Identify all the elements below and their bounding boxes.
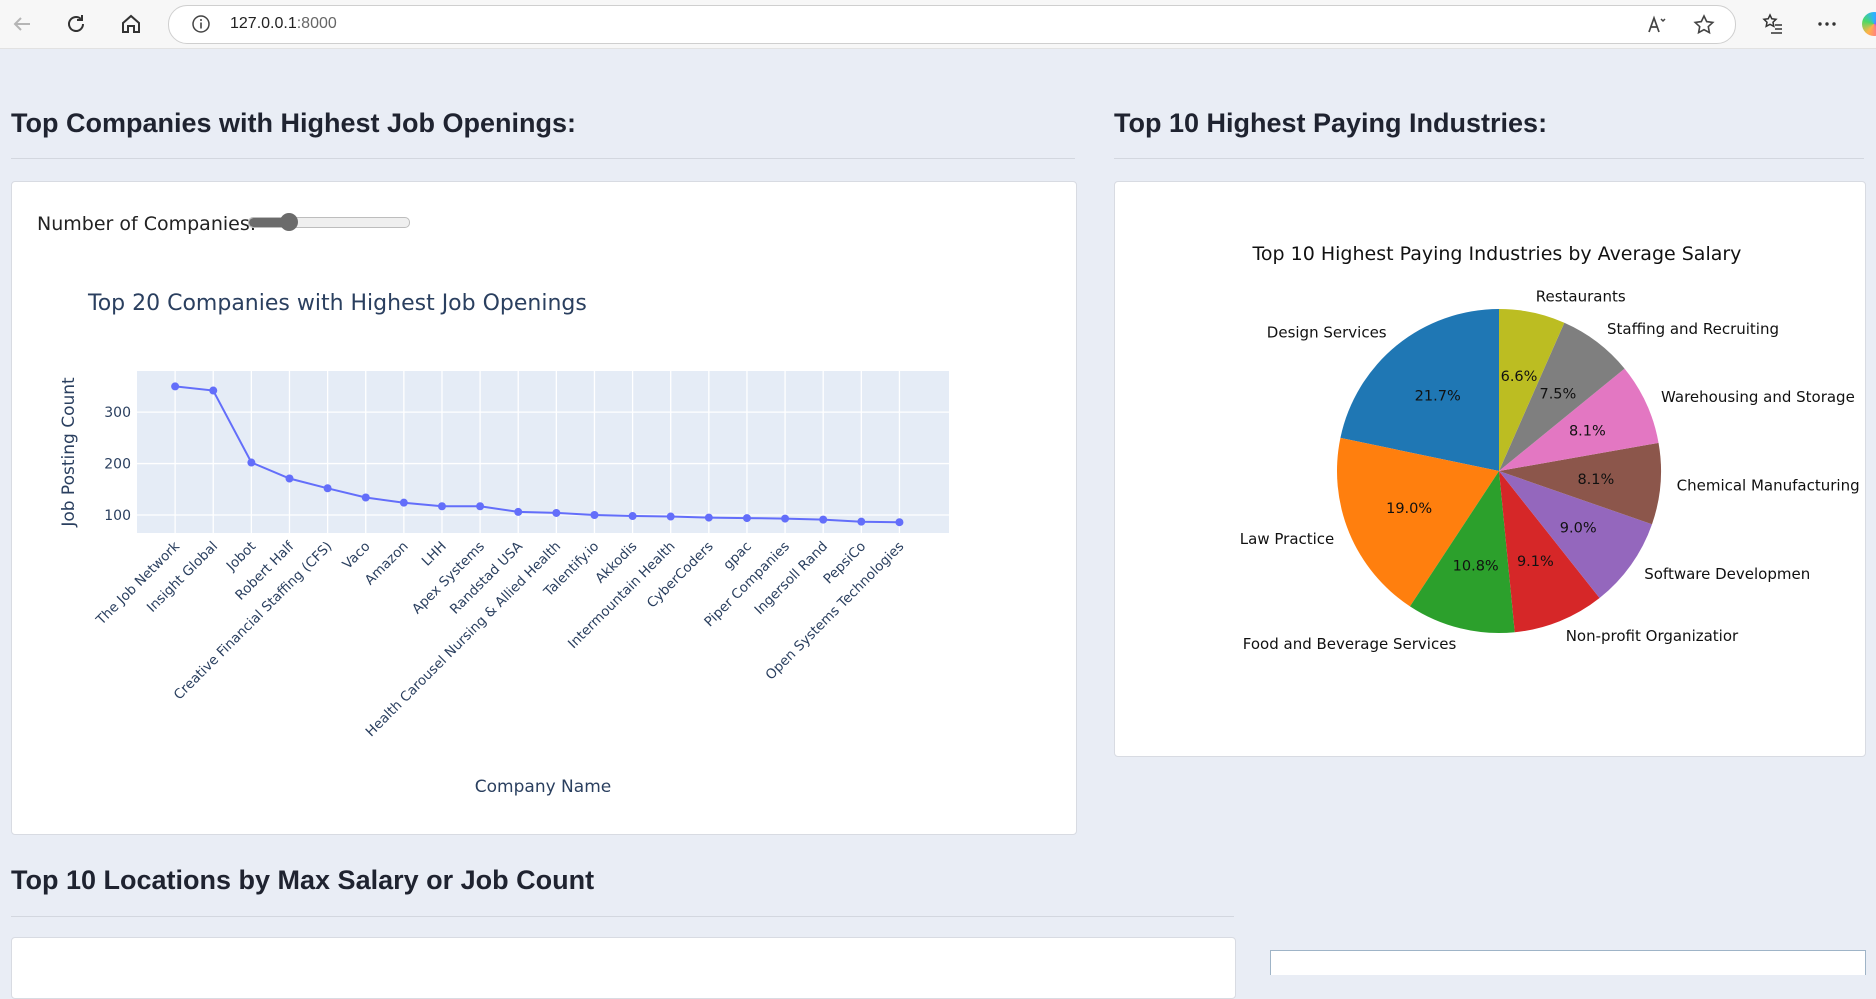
- y-tick-label: 300: [104, 405, 131, 421]
- pie-category-label: Non-profit Organizatior: [1566, 627, 1739, 645]
- x-tick-label: CyberCoders: [644, 539, 717, 612]
- x-tick-labels: The Job NetworkInsight Global JobotRobert…: [93, 538, 908, 740]
- line-plot-area: [137, 371, 949, 533]
- pie-category-label: Food and Beverage Services: [1243, 635, 1457, 653]
- pie-percent-label: 9.1%: [1517, 554, 1554, 570]
- pie-percent-label: 21.7%: [1415, 389, 1461, 405]
- location-filter-box[interactable]: [1270, 950, 1866, 975]
- data-point[interactable]: [209, 386, 218, 395]
- pie-percent-label: 19.0%: [1386, 501, 1432, 517]
- data-point[interactable]: [666, 512, 675, 521]
- pie-percent-label: 10.8%: [1453, 558, 1499, 574]
- pie-category-label: Warehousing and Storage: [1661, 388, 1855, 406]
- data-point[interactable]: [895, 518, 904, 527]
- data-point[interactable]: [476, 502, 485, 511]
- data-point[interactable]: [247, 458, 256, 467]
- y-tick-label: 100: [104, 508, 131, 524]
- reload-icon[interactable]: [62, 10, 90, 38]
- industries-divider: [1114, 158, 1864, 159]
- data-point[interactable]: [590, 511, 599, 519]
- data-point[interactable]: [399, 498, 408, 507]
- site-info-icon[interactable]: [191, 14, 211, 38]
- locations-card: [11, 937, 1236, 999]
- y-tick-labels: 100 200 300: [104, 405, 131, 524]
- data-point[interactable]: [361, 493, 370, 502]
- data-point[interactable]: [628, 512, 637, 521]
- companies-card: Number of Companies: Top 20 Companies wi…: [11, 181, 1077, 835]
- data-point[interactable]: [285, 474, 294, 483]
- industries-card: Top 10 Highest Paying Industries by Aver…: [1114, 181, 1866, 757]
- x-tick-label: LHH: [419, 539, 450, 570]
- favorites-list-icon[interactable]: [1759, 10, 1787, 38]
- data-point[interactable]: [323, 484, 332, 493]
- data-point[interactable]: [819, 515, 828, 524]
- data-point[interactable]: [437, 502, 446, 511]
- companies-line-chart: Top 20 Companies with Highest Job Openin…: [59, 291, 949, 797]
- data-point[interactable]: [781, 514, 790, 523]
- pie-percent-label: 9.0%: [1560, 520, 1597, 536]
- pie-percent-label: 8.1%: [1577, 472, 1614, 488]
- data-point[interactable]: [171, 382, 180, 391]
- pie-category-label: Design Services: [1267, 324, 1387, 342]
- industries-pie-chart: Top 10 Highest Paying Industries by Aver…: [1240, 243, 1860, 653]
- browser-toolbar: 127.0.0.1:8000: [0, 0, 1876, 49]
- y-axis-title: Job Posting Count: [59, 377, 79, 528]
- pie-category-label: Staffing and Recruiting: [1607, 320, 1779, 338]
- pie-percent-label: 7.5%: [1539, 387, 1576, 403]
- url-port: :8000: [296, 15, 337, 32]
- read-aloud-icon[interactable]: [1645, 13, 1669, 41]
- pie-category-label: Software Developmen: [1644, 565, 1810, 583]
- data-point[interactable]: [552, 508, 561, 517]
- home-icon[interactable]: [117, 10, 145, 38]
- url-text[interactable]: 127.0.0.1:8000: [230, 15, 337, 33]
- favorite-star-icon[interactable]: [1692, 13, 1716, 41]
- url-host: 127.0.0.1: [230, 15, 297, 32]
- more-options-icon[interactable]: [1813, 10, 1841, 38]
- companies-divider: [11, 158, 1075, 159]
- industries-section-title: Top 10 Highest Paying Industries:: [1114, 108, 1548, 138]
- y-tick-label: 200: [104, 457, 131, 473]
- locations-section-title: Top 10 Locations by Max Salary or Job Co…: [11, 865, 595, 895]
- pie-percent-label: 8.1%: [1569, 424, 1606, 440]
- x-tick-label: Vaco: [340, 539, 374, 573]
- data-point[interactable]: [514, 507, 523, 516]
- x-tick-label: gpac: [720, 539, 755, 574]
- pie-chart-title: Top 10 Highest Paying Industries by Aver…: [1252, 243, 1742, 265]
- copilot-icon[interactable]: [1862, 12, 1876, 36]
- locations-divider: [11, 916, 1234, 917]
- pie-category-label: Law Practice: [1240, 530, 1335, 548]
- data-point[interactable]: [857, 517, 866, 526]
- data-point[interactable]: [704, 513, 713, 522]
- line-chart-title: Top 20 Companies with Highest Job Openin…: [87, 291, 587, 316]
- pie-percent-label: 6.6%: [1501, 369, 1538, 385]
- companies-section-title: Top Companies with Highest Job Openings:: [11, 108, 577, 138]
- pie-category-label: Chemical Manufacturing: [1677, 476, 1860, 494]
- data-point[interactable]: [742, 514, 751, 523]
- pie-category-label: Restaurants: [1536, 288, 1626, 306]
- address-bar[interactable]: 127.0.0.1:8000: [168, 5, 1736, 44]
- x-axis-title: Company Name: [475, 777, 611, 797]
- back-arrow-icon[interactable]: [8, 10, 36, 38]
